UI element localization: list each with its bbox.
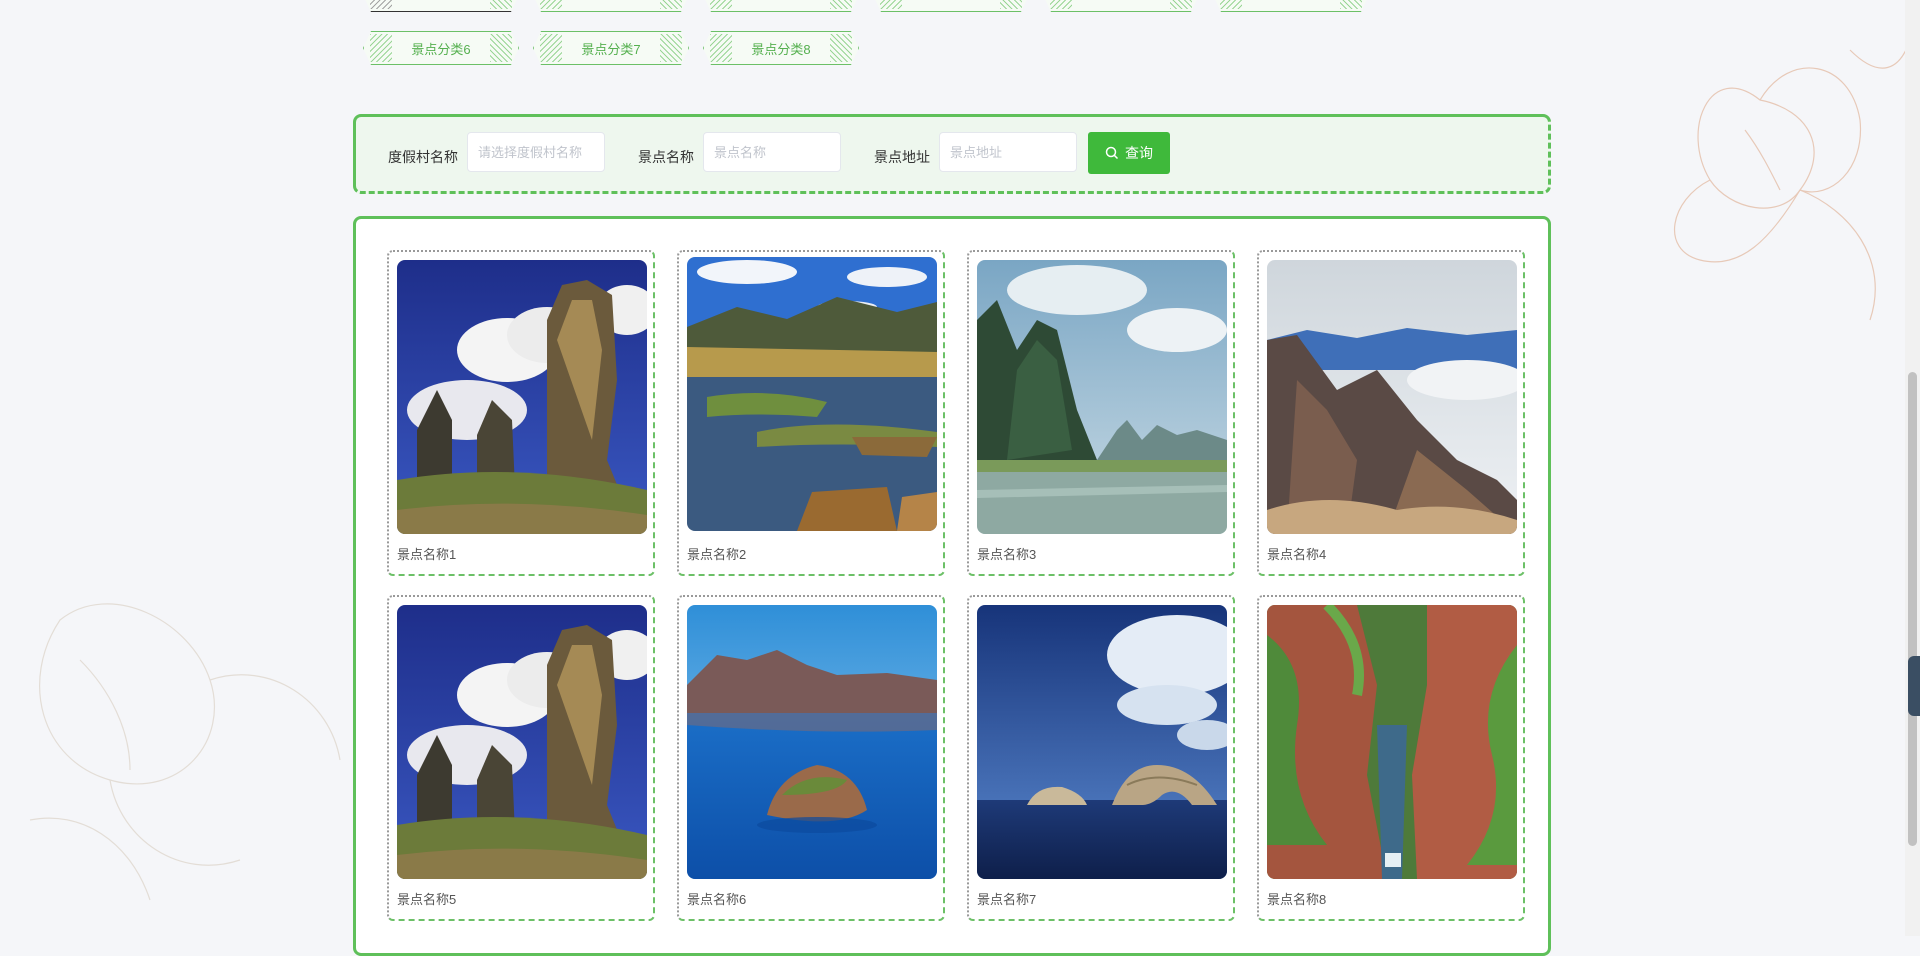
spot-name-label: 景点名称 <box>638 149 694 165</box>
lotus-decoration <box>1673 39 1911 321</box>
spot-card[interactable]: 景点名称8 <box>1257 595 1525 921</box>
scrollbar-thumb[interactable] <box>1908 372 1917 846</box>
spot-image-stone-forest[interactable] <box>397 605 647 879</box>
spot-address-input[interactable] <box>939 132 1077 172</box>
side-handle[interactable] <box>1908 656 1920 716</box>
category-tag-6-top[interactable] <box>1213 0 1369 12</box>
spot-image-lake-boat[interactable] <box>687 257 937 531</box>
spot-card[interactable]: 景点名称2 <box>677 250 945 576</box>
category-tag-8[interactable]: 景点分类8 <box>703 31 859 65</box>
spot-card[interactable]: 景点名称5 <box>387 595 655 921</box>
spot-card[interactable]: 景点名称7 <box>967 595 1235 921</box>
spot-name: 景点名称2 <box>687 547 747 562</box>
spot-image-sea-arch[interactable] <box>977 605 1227 879</box>
spot-card[interactable]: 景点名称3 <box>967 250 1235 576</box>
category-tag-label: 景点分类6 <box>411 41 471 57</box>
spot-card[interactable]: 景点名称4 <box>1257 250 1525 576</box>
category-tag-3[interactable] <box>703 0 859 12</box>
spot-name: 景点名称5 <box>397 892 457 907</box>
spot-card[interactable]: 景点名称6 <box>677 595 945 921</box>
spot-name-input[interactable] <box>703 132 841 172</box>
spot-image-mountain-clouds[interactable] <box>1267 260 1517 534</box>
search-button[interactable]: 查询 <box>1088 132 1170 174</box>
search-icon <box>1105 146 1119 160</box>
spot-name: 景点名称4 <box>1267 547 1327 562</box>
spot-image-stone-forest[interactable] <box>397 260 647 534</box>
resort-name-label: 度假村名称 <box>388 149 458 165</box>
spot-name: 景点名称8 <box>1267 892 1327 907</box>
spot-address-label: 景点地址 <box>874 149 930 165</box>
category-tag-6[interactable]: 景点分类6 <box>363 31 519 65</box>
category-tag-4[interactable] <box>873 0 1029 12</box>
spot-list-panel: 景点名称1 景点名称2 景点名称3 景点名称4 景点名称5 景点名称6 景点名称… <box>353 216 1551 956</box>
spot-name: 景点名称6 <box>687 892 747 907</box>
category-tag-5[interactable] <box>1043 0 1199 12</box>
spot-name: 景点名称3 <box>977 547 1037 562</box>
flower-decoration <box>29 603 341 901</box>
category-tag-label: 景点分类7 <box>581 41 641 57</box>
category-tag-label: 景点分类8 <box>751 41 811 57</box>
spot-name: 景点名称1 <box>397 547 457 562</box>
category-tag-7[interactable]: 景点分类7 <box>533 31 689 65</box>
spot-image-karst-river[interactable] <box>977 260 1227 534</box>
category-tag-2[interactable] <box>533 0 689 12</box>
spot-image-lake-island[interactable] <box>687 605 937 879</box>
spot-card[interactable]: 景点名称1 <box>387 250 655 576</box>
resort-name-select[interactable] <box>467 132 605 172</box>
search-panel: 度假村名称 景点名称 景点地址 查询 <box>353 114 1551 194</box>
search-button-label: 查询 <box>1125 145 1153 161</box>
spot-image-red-canyon[interactable] <box>1267 605 1517 879</box>
spot-name: 景点名称7 <box>977 892 1037 907</box>
category-tag-1[interactable] <box>363 0 519 12</box>
